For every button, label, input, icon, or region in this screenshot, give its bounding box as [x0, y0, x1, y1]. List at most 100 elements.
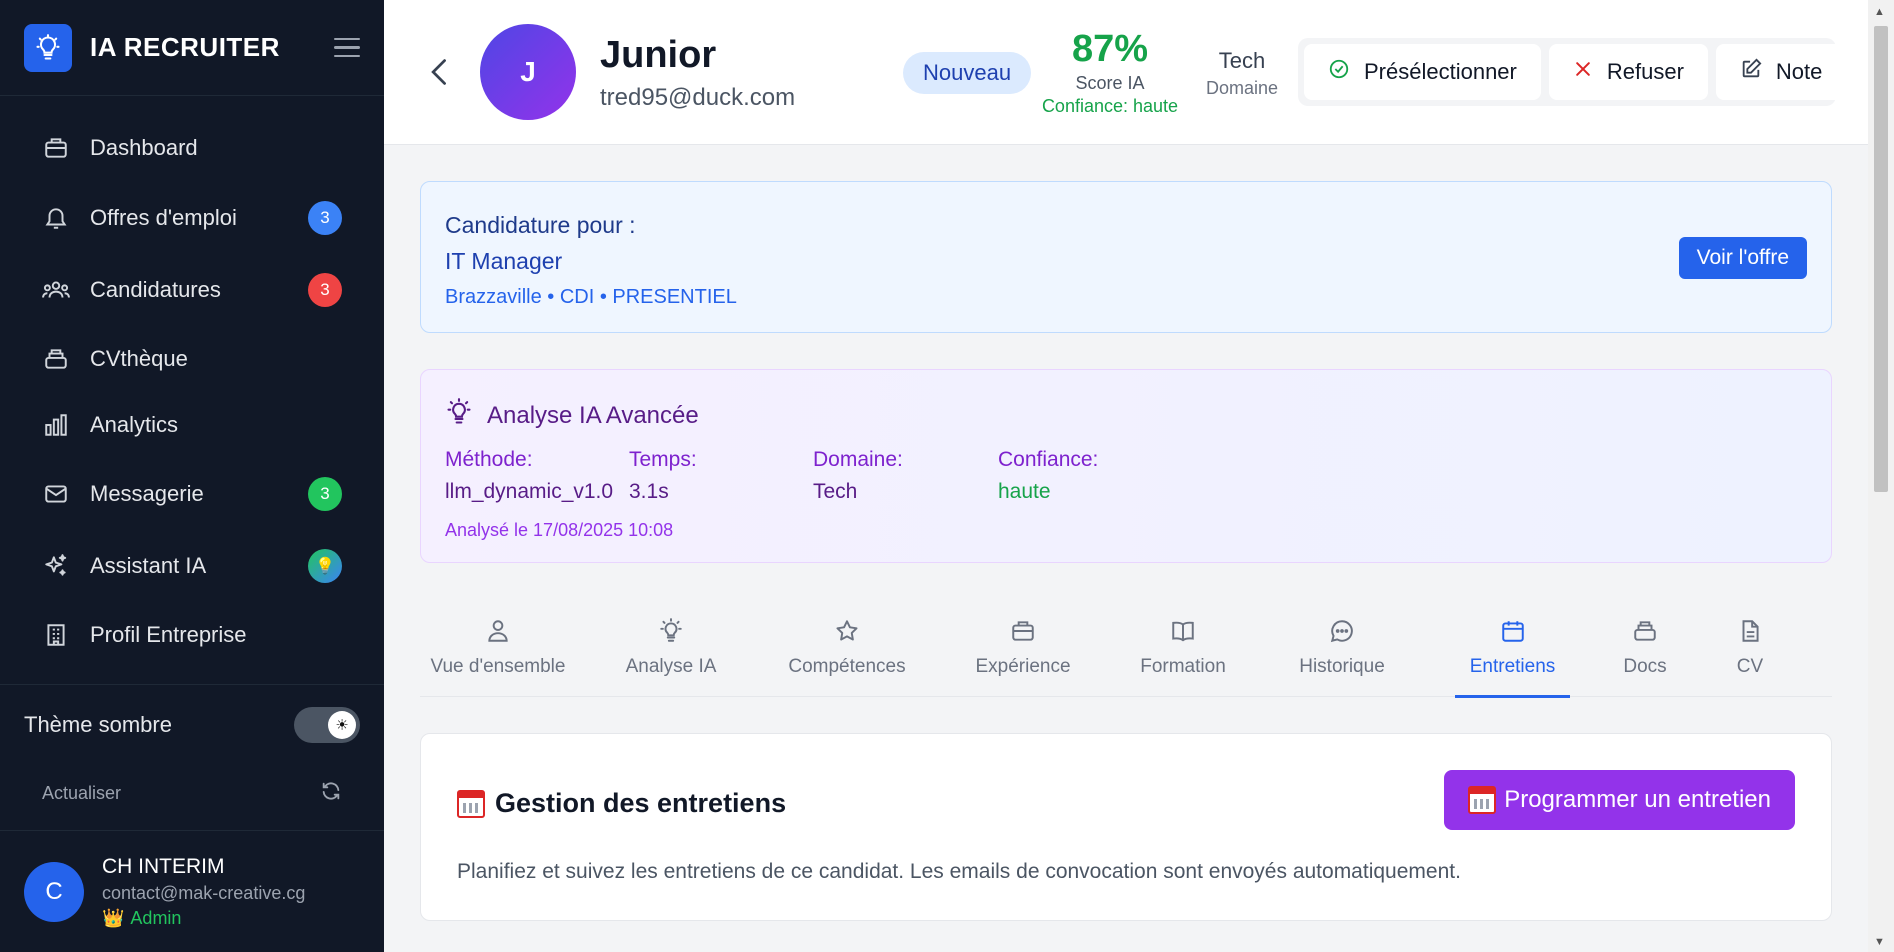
user-role: 👑 Admin [102, 908, 305, 929]
sidebar-item-dashboard[interactable]: Dashboard [24, 120, 360, 176]
candidate-header: J Junior tred95@duck.com Nouveau 87% Sco… [384, 0, 1868, 145]
time-label: Temps: [629, 448, 697, 471]
domain-label: Domaine [1205, 78, 1279, 98]
back-arrow-icon[interactable] [426, 56, 454, 93]
tab-label: Entretiens [1469, 655, 1556, 677]
tab-label: Vue d'ensemble [430, 655, 566, 677]
user-name: CH INTERIM [102, 854, 225, 878]
interviews-description: Planifiez et suivez les entretiens de ce… [457, 860, 1461, 883]
mail-icon [42, 480, 70, 508]
sidebar-item-job-offers[interactable]: Offres d'emploi 3 [24, 190, 360, 246]
tab-interviews[interactable]: Entretiens [1455, 597, 1570, 698]
ai-confidence: Confiance: haute [998, 448, 1098, 504]
tab-experience[interactable]: Expérience [958, 597, 1088, 697]
dark-theme-toggle[interactable]: ☀ [294, 707, 360, 743]
interviews-title: Gestion des entretiens [495, 788, 787, 818]
tab-skills[interactable]: Compétences [782, 597, 912, 697]
calendar-icon [457, 789, 485, 818]
app-name: IA RECRUITER [90, 32, 280, 62]
tab-label: Expérience [975, 655, 1071, 677]
tab-overview[interactable]: Vue d'ensemble [428, 597, 568, 697]
sidebar-item-cv-library[interactable]: CVthèque [24, 331, 360, 387]
note-button[interactable]: Note [1715, 44, 1847, 100]
archive-icon [1632, 617, 1658, 650]
scrollbar-thumb[interactable] [1874, 26, 1888, 492]
interviews-card: Gestion des entretiens Programmer un ent… [420, 733, 1832, 921]
edit-icon [1740, 58, 1762, 86]
domain-value: Tech [1218, 48, 1266, 73]
tab-label: Compétences [788, 655, 906, 677]
user-icon [485, 617, 511, 650]
action-buttons: Présélectionner Refuser Note [1298, 38, 1847, 106]
bell-icon [42, 204, 70, 232]
status-badge: Nouveau [903, 52, 1032, 94]
refresh-icon[interactable] [320, 780, 342, 807]
count-badge: 3 [308, 477, 342, 511]
theme-label: Thème sombre [24, 712, 172, 737]
scroll-up-icon[interactable]: ▲ [1874, 6, 1885, 18]
candidate-name: Junior [600, 34, 717, 76]
lightbulb-icon [658, 617, 684, 650]
archive-icon [42, 345, 70, 373]
tab-education[interactable]: Formation [1123, 597, 1243, 697]
chat-icon [1329, 617, 1355, 650]
crown-icon: 👑 [102, 907, 125, 928]
sidebar-item-analytics[interactable]: Analytics [24, 397, 360, 453]
close-icon [1573, 59, 1593, 85]
check-circle-icon [1328, 58, 1350, 86]
application-title: Candidature pour : [445, 212, 636, 238]
sidebar-item-applications[interactable]: Candidatures 3 [24, 262, 360, 318]
book-icon [1170, 617, 1196, 650]
reject-button[interactable]: Refuser [1548, 44, 1708, 100]
shortlist-button[interactable]: Présélectionner [1304, 44, 1541, 100]
tab-docs[interactable]: Docs [1610, 597, 1680, 697]
score-confidence: Confiance: haute [1041, 96, 1179, 116]
theme-row: Thème sombre ☀ [24, 705, 360, 745]
sun-icon: ☀ [328, 711, 356, 739]
application-card: Candidature pour : IT Manager Brazzavill… [420, 181, 1832, 333]
ai-analysis-title: Analyse IA Avancée [487, 401, 699, 429]
sidebar-settings: Thème sombre ☀ Actualiser [0, 684, 384, 803]
users-icon [42, 276, 70, 304]
refresh-row[interactable]: Actualiser [42, 780, 342, 807]
tab-label: Historique [1299, 655, 1385, 677]
tab-history[interactable]: Historique [1282, 597, 1402, 697]
sidebar-item-label: Assistant IA [90, 553, 207, 578]
lightbulb-logo-icon [24, 23, 72, 72]
confidence-label: Confiance: [998, 448, 1099, 471]
sidebar-item-label: Dashboard [90, 135, 198, 160]
schedule-interview-button[interactable]: Programmer un entretien [1444, 770, 1795, 830]
view-offer-button[interactable]: Voir l'offre [1678, 237, 1807, 279]
ai-analysis-card: Analyse IA Avancée Méthode: llm_dynamic_… [420, 369, 1832, 563]
lightbulb-icon [445, 398, 473, 433]
shortlist-label: Présélectionner [1364, 59, 1517, 84]
document-icon [1737, 617, 1763, 650]
job-title: IT Manager [445, 248, 563, 274]
sidebar-item-company-profile[interactable]: Profil Entreprise [24, 607, 360, 663]
user-profile[interactable]: C CH INTERIM contact@mak-creative.cg 👑 A… [0, 830, 384, 952]
interviews-header: Gestion des entretiens [457, 788, 786, 819]
hamburger-menu-icon[interactable] [334, 37, 360, 58]
scroll-down-icon[interactable]: ▼ [1874, 936, 1885, 948]
tab-label: Docs [1623, 655, 1667, 677]
tab-ai-analysis[interactable]: Analyse IA [616, 597, 726, 697]
sidebar-item-messaging[interactable]: Messagerie 3 [24, 466, 360, 522]
tab-label: Analyse IA [625, 655, 717, 677]
ai-time: Temps: 3.1s [629, 448, 697, 504]
briefcase-icon [1010, 617, 1036, 650]
brand: IA RECRUITER [0, 0, 384, 96]
count-badge: 3 [308, 273, 342, 307]
sidebar-item-ai-assistant[interactable]: Assistant IA 💡 [24, 538, 360, 594]
candidate-avatar: J [480, 24, 576, 120]
lightbulb-badge-icon: 💡 [308, 549, 342, 583]
analysis-date: Analysé le 17/08/2025 10:08 [445, 520, 674, 540]
bar-chart-icon [42, 411, 70, 439]
page-scrollbar[interactable]: ▲ ▼ [1868, 0, 1894, 952]
sparkles-icon [42, 552, 70, 580]
method-label: Méthode: [445, 448, 533, 471]
schedule-interview-label: Programmer un entretien [1504, 786, 1771, 813]
star-icon [834, 617, 860, 650]
sidebar-item-label: Messagerie [90, 481, 204, 506]
tab-cv[interactable]: CV [1720, 597, 1780, 697]
tab-label: Formation [1140, 655, 1226, 677]
